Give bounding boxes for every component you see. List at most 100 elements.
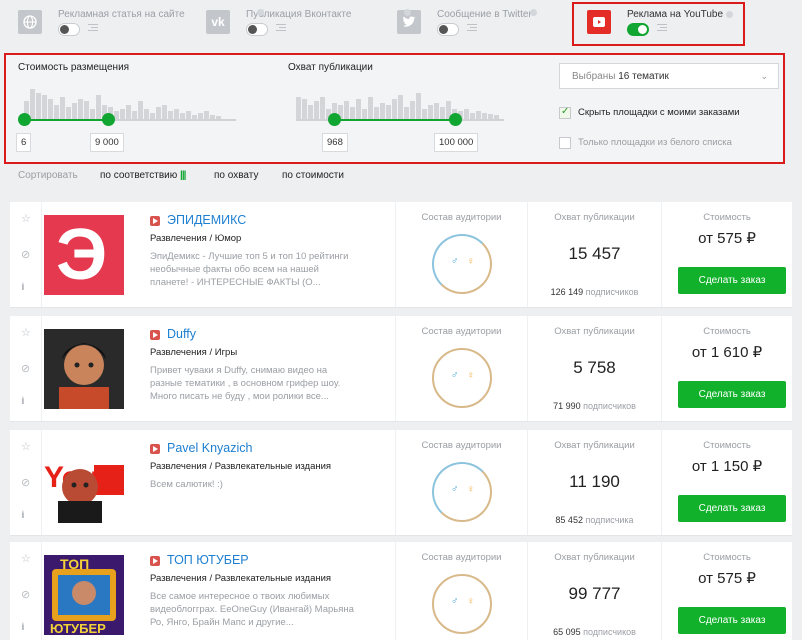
- channel-description: Привет чуваки я Duffy, снимаю видео на р…: [150, 365, 341, 402]
- topics-select[interactable]: Выбраны 16 тематик ⌄: [559, 63, 779, 89]
- subscribers-number: 65 095: [553, 627, 581, 637]
- histogram-bar: [168, 111, 173, 119]
- male-icon: ♂: [451, 256, 459, 267]
- youtube-icon: [150, 444, 160, 454]
- channel-avatar[interactable]: [44, 329, 124, 409]
- sort-by-cost[interactable]: по стоимости: [282, 170, 344, 181]
- channel-avatar[interactable]: You: [44, 443, 124, 523]
- block-icon[interactable]: ⊘: [21, 248, 30, 261]
- subscribers-count: 126 149 подписчиков: [528, 287, 661, 297]
- info-icon[interactable]: [404, 9, 411, 16]
- reach-value: 5 758: [573, 358, 616, 377]
- settings-icon[interactable]: [276, 24, 286, 34]
- topics-prefix: Выбраны: [572, 71, 616, 82]
- histogram-bar: [464, 109, 469, 119]
- whitelist-only-label[interactable]: Только площадки из белого списка: [578, 137, 732, 148]
- reach-header: Охват публикации: [554, 212, 635, 223]
- cost-filter-label: Стоимость размещения: [18, 62, 130, 73]
- audience-column: Состав аудитории ♂ ♀: [395, 430, 527, 535]
- star-icon[interactable]: ☆: [21, 212, 31, 225]
- histogram-bar: [78, 99, 83, 119]
- channel-category: Развлечения / Развлекательные издания: [150, 461, 332, 472]
- settings-icon[interactable]: [657, 24, 667, 34]
- hide-my-orders-checkbox[interactable]: [559, 106, 571, 119]
- histogram-bar: [404, 107, 409, 119]
- platform-toggle[interactable]: [246, 23, 268, 36]
- info-icon[interactable]: [726, 10, 734, 18]
- channel-avatar[interactable]: ТОП ЮТУБЕР: [44, 555, 124, 635]
- audience-column: Состав аудитории ♂ ♀: [395, 202, 527, 307]
- histogram-bar: [90, 109, 95, 119]
- platform-toggle[interactable]: [627, 23, 649, 36]
- channel-avatar[interactable]: Э: [44, 215, 124, 295]
- audience-chart[interactable]: ♂ ♀: [432, 348, 492, 408]
- platform-label-text: Реклама на YouTube: [627, 9, 724, 20]
- star-icon[interactable]: ☆: [21, 326, 31, 339]
- platform-website[interactable]: Рекламная статья на сайте: [18, 4, 198, 46]
- price-value: от 575 ₽: [698, 570, 756, 587]
- cost-min-handle[interactable]: [18, 113, 31, 126]
- reach-min-value[interactable]: 968: [322, 133, 348, 152]
- reach-max-value[interactable]: 100 000: [434, 133, 479, 152]
- histogram-bar: [162, 105, 167, 119]
- order-button[interactable]: Сделать заказ: [678, 267, 786, 294]
- channel-description: Все самое интересное о твоих любимых вид…: [150, 591, 354, 628]
- platform-vk[interactable]: vk Публикация Вконтакте: [206, 4, 386, 46]
- cost-header: Стоимость: [703, 326, 751, 337]
- cost-min-value[interactable]: 6: [16, 133, 32, 152]
- star-icon[interactable]: ☆: [21, 440, 31, 453]
- block-icon[interactable]: ⊘: [21, 476, 30, 489]
- sort-by-relevance[interactable]: по соответствию |||: [100, 170, 187, 181]
- channel-category: Развлечения / Развлекательные издания: [150, 573, 332, 584]
- stats-icon[interactable]: ılı: [21, 282, 25, 293]
- audience-chart[interactable]: ♂ ♀: [432, 574, 492, 634]
- star-icon[interactable]: ☆: [21, 552, 31, 565]
- channel-name[interactable]: ЭПИДЕМИКС: [167, 213, 246, 227]
- stats-icon[interactable]: ılı: [21, 396, 25, 407]
- histogram-bar: [186, 111, 191, 119]
- hide-my-orders-label[interactable]: Скрыть площадки с моими заказами: [578, 107, 740, 118]
- histogram-bar: [374, 107, 379, 119]
- reach-min-handle[interactable]: [328, 113, 341, 126]
- platform-youtube[interactable]: Реклама на YouTube: [587, 4, 737, 46]
- histogram-bar: [308, 105, 313, 119]
- info-icon[interactable]: [257, 9, 264, 16]
- subscribers-number: 71 990: [553, 401, 581, 411]
- histogram-bar: [302, 99, 307, 119]
- block-icon[interactable]: ⊘: [21, 588, 30, 601]
- histogram-bar: [120, 109, 125, 119]
- cost-column: Стоимость от 1 150 ₽ Сделать заказ: [661, 430, 792, 535]
- histogram-bar: [434, 103, 439, 119]
- sort-by-reach[interactable]: по охвату: [214, 170, 258, 181]
- youtube-icon: [150, 556, 160, 566]
- order-button[interactable]: Сделать заказ: [678, 607, 786, 634]
- histogram-bar: [138, 101, 143, 119]
- channel-name[interactable]: Duffy: [167, 327, 196, 341]
- settings-icon[interactable]: [467, 24, 477, 34]
- reach-header: Охват публикации: [554, 552, 635, 563]
- histogram-bar: [416, 93, 421, 119]
- price-value: от 1 610 ₽: [691, 344, 763, 361]
- cost-max-value[interactable]: 9 000: [90, 133, 124, 152]
- whitelist-only-checkbox[interactable]: [559, 137, 571, 149]
- channel-name[interactable]: ТОП ЮТУБЕР: [167, 553, 249, 567]
- platform-label: Сообщение в Twitter: [437, 9, 532, 20]
- block-icon[interactable]: ⊘: [21, 362, 30, 375]
- stats-icon[interactable]: ılı: [21, 510, 25, 521]
- order-button[interactable]: Сделать заказ: [678, 495, 786, 522]
- cost-max-handle[interactable]: [102, 113, 115, 126]
- reach-slider-range: [334, 119, 456, 121]
- platform-twitter[interactable]: Сообщение в Twitter: [397, 4, 567, 46]
- audience-chart[interactable]: ♂ ♀: [432, 462, 492, 522]
- histogram-bar: [410, 101, 415, 119]
- settings-icon[interactable]: [88, 24, 98, 34]
- stats-icon[interactable]: ılı: [21, 622, 25, 633]
- reach-max-handle[interactable]: [449, 113, 462, 126]
- platform-toggle[interactable]: [58, 23, 80, 36]
- audience-chart[interactable]: ♂ ♀: [432, 234, 492, 294]
- info-icon[interactable]: [530, 9, 537, 16]
- histogram-bar: [30, 89, 35, 119]
- platform-toggle[interactable]: [437, 23, 459, 36]
- order-button[interactable]: Сделать заказ: [678, 381, 786, 408]
- channel-name[interactable]: Pavel Knyazich: [167, 441, 252, 455]
